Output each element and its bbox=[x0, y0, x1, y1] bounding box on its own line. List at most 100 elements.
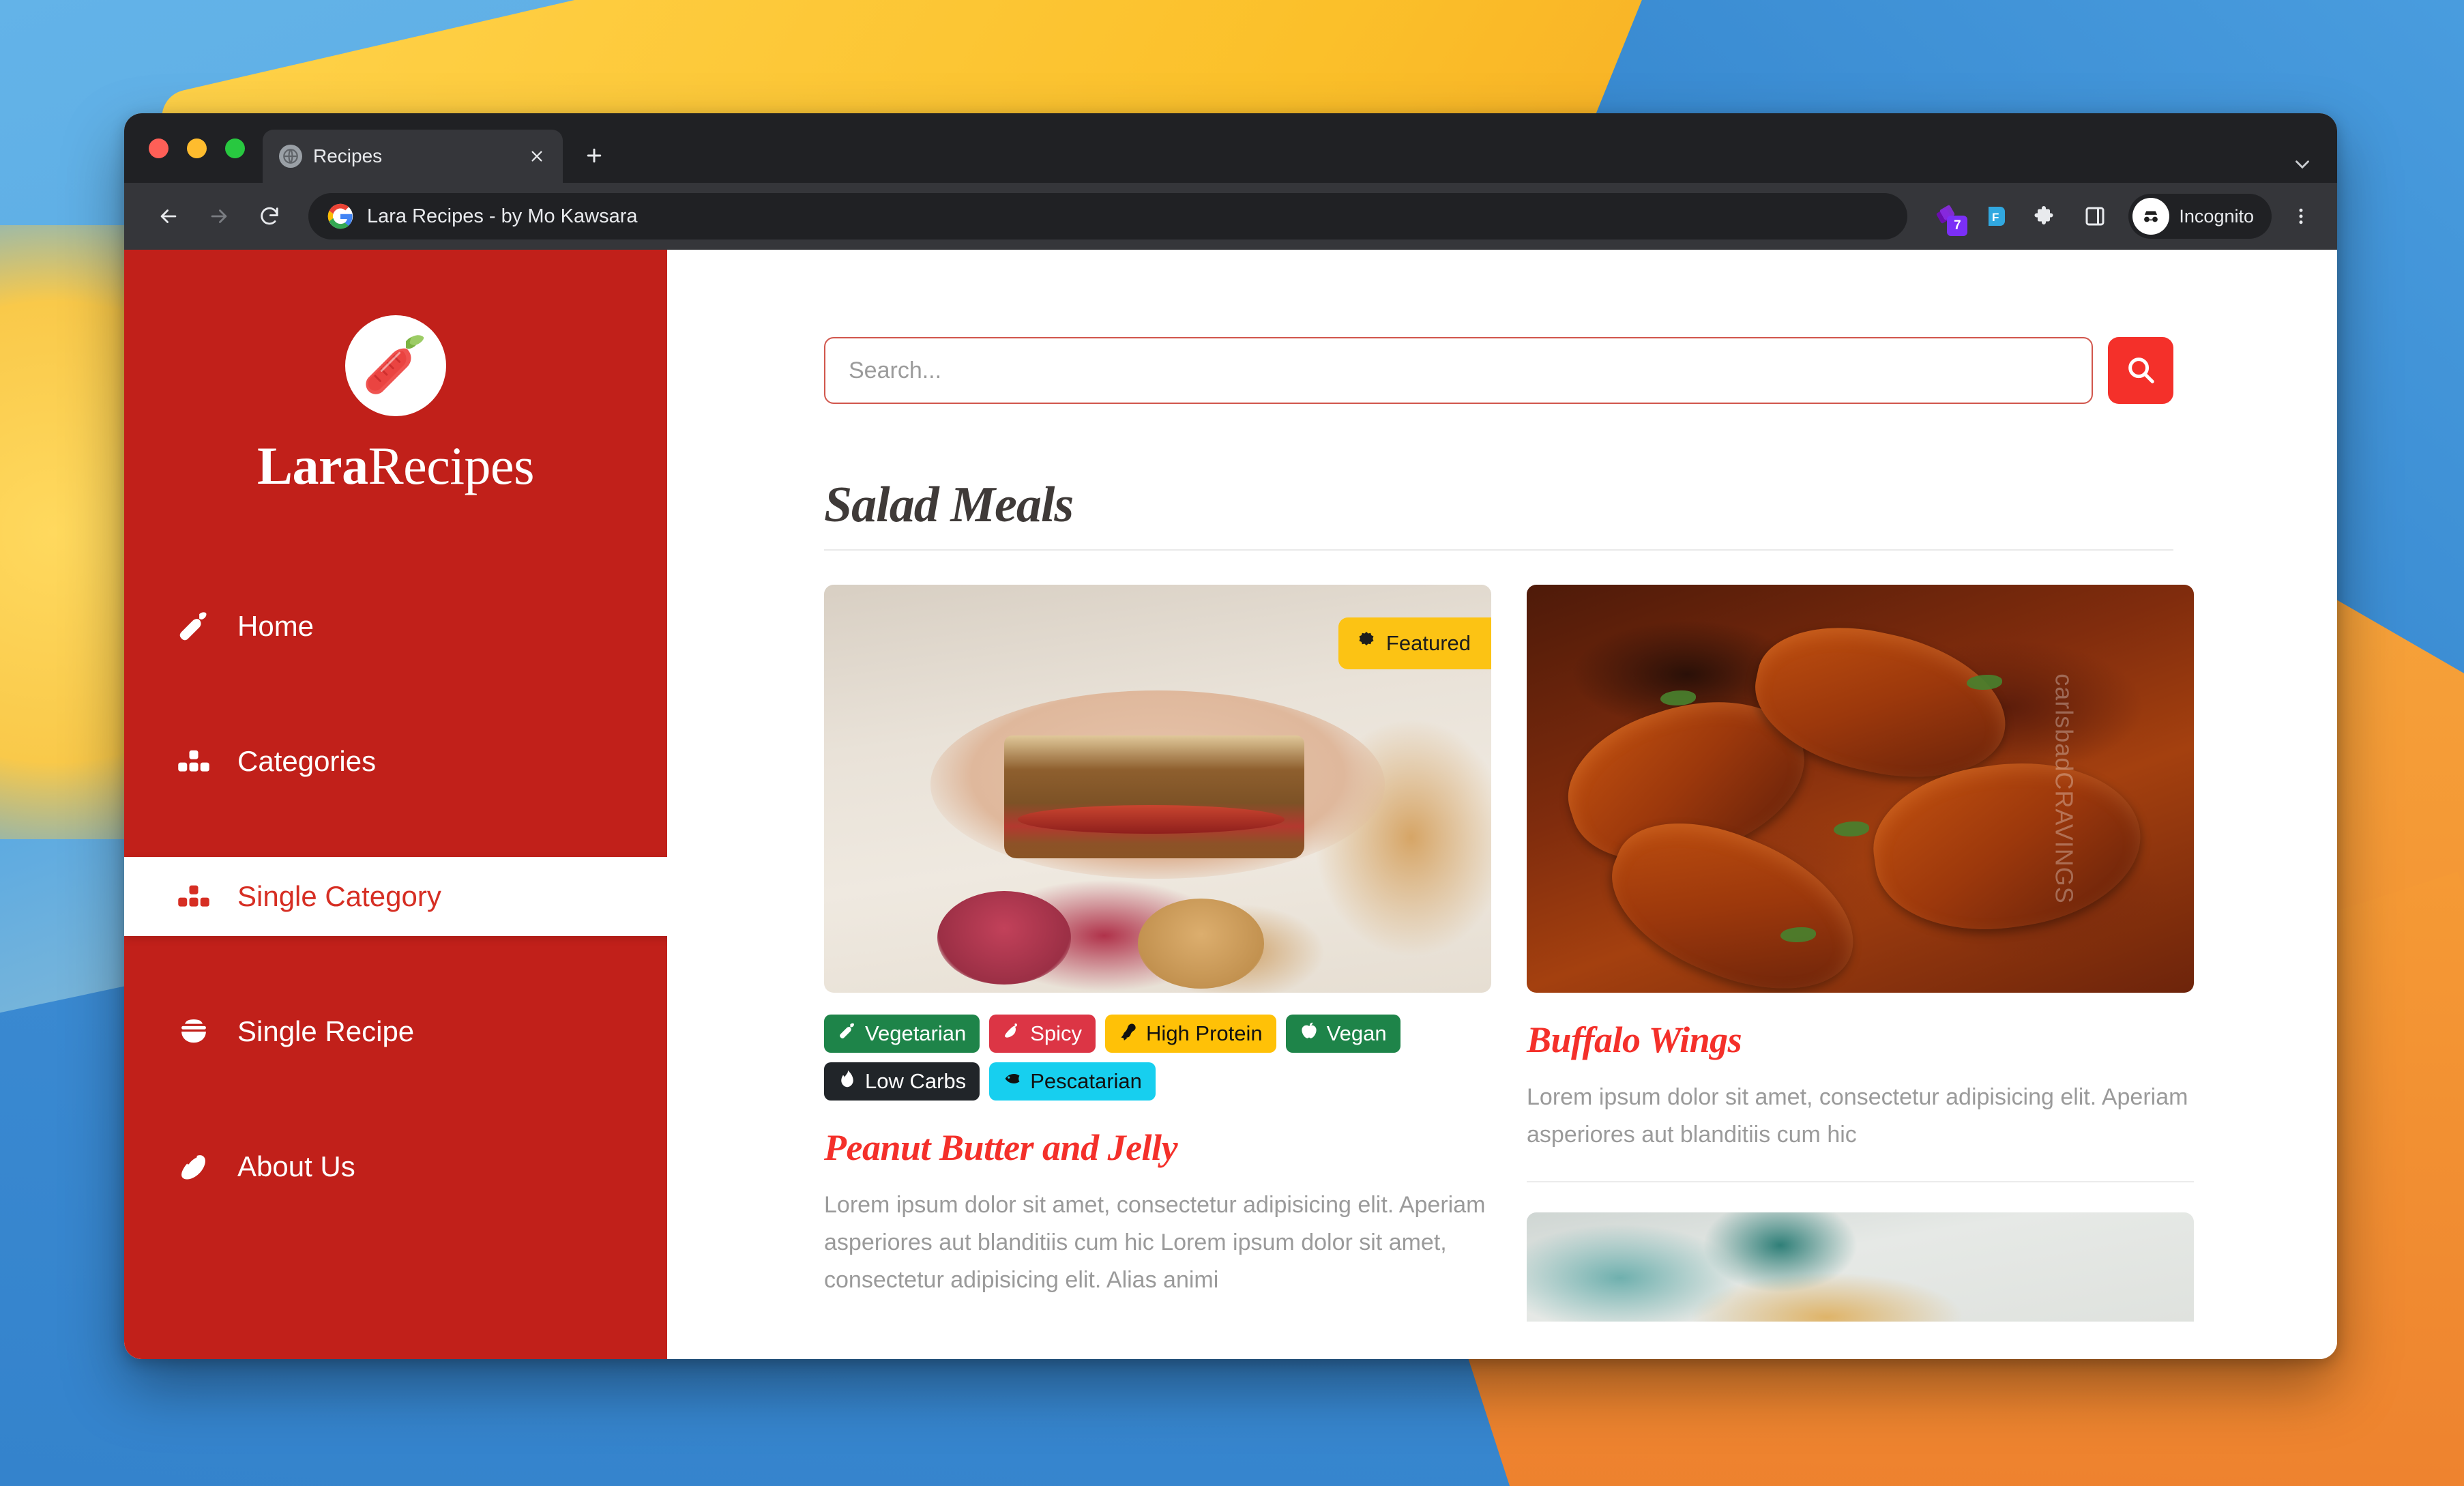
svg-text:F: F bbox=[1992, 211, 1999, 224]
recipe-title[interactable]: Buffalo Wings bbox=[1527, 1019, 2194, 1061]
card-divider bbox=[1527, 1181, 2194, 1183]
photo-detail-herb bbox=[1660, 690, 1696, 706]
sidebar: LaraRecipes Home Categories Single Categ… bbox=[124, 250, 667, 1359]
main-content: Search... Salad Meals Featured Vegetaria… bbox=[667, 250, 2337, 1359]
photo-watermark: carlsbadCRAVINGS bbox=[2050, 673, 2079, 904]
tag-label: Vegan bbox=[1326, 1021, 1387, 1045]
tab-title: Recipes bbox=[313, 145, 383, 166]
sidebar-item-label: Categories bbox=[237, 745, 377, 777]
tag-vegan[interactable]: Vegan bbox=[1285, 1015, 1400, 1053]
extension-diamond-icon[interactable]: 7 bbox=[1926, 195, 1969, 237]
rice-bowl-icon bbox=[175, 1012, 213, 1051]
search-icon bbox=[2125, 354, 2156, 388]
browser-window: Recipes Lara Recipes - by Mo Kawsara 7 F… bbox=[124, 113, 2337, 1359]
photo-backdrop bbox=[1527, 1212, 2194, 1322]
traffic-lights bbox=[124, 113, 263, 183]
recipe-description: Lorem ipsum dolor sit amet, consectetur … bbox=[1527, 1084, 2188, 1148]
blocks-icon bbox=[175, 877, 213, 916]
tab-list-menu-button[interactable] bbox=[2291, 153, 2337, 183]
brand[interactable]: LaraRecipes bbox=[124, 250, 667, 493]
certificate-icon bbox=[1356, 630, 1377, 656]
drumstick-icon bbox=[1119, 1021, 1138, 1046]
sidebar-nav: Home Categories Single Category Single R… bbox=[124, 587, 667, 1206]
carrot-icon bbox=[175, 607, 213, 645]
sidebar-item-label: About Us bbox=[237, 1150, 355, 1182]
puzzle-icon[interactable] bbox=[2025, 195, 2067, 237]
tag-label: Spicy bbox=[1030, 1021, 1083, 1045]
carrot-logo-icon bbox=[345, 315, 446, 416]
tag-list: Vegetarian Spicy High Protein Vegan Low … bbox=[824, 1015, 1491, 1101]
section-divider bbox=[824, 549, 2173, 551]
tab-strip: Recipes bbox=[124, 113, 2337, 183]
recipe-card[interactable]: Featured Vegetarian Spicy High Protein V… bbox=[824, 585, 1491, 1322]
brand-name-part1: Lara bbox=[256, 436, 368, 495]
reload-icon[interactable] bbox=[247, 194, 292, 239]
window-minimize-button[interactable] bbox=[187, 138, 207, 158]
sidebar-item-label: Single Category bbox=[237, 880, 441, 912]
search-button[interactable] bbox=[2108, 337, 2173, 404]
brand-name-part2: Recipes bbox=[368, 436, 535, 495]
browser-toolbar: Lara Recipes - by Mo Kawsara 7 F Incogni… bbox=[124, 183, 2337, 250]
sidebar-item-home[interactable]: Home bbox=[124, 587, 667, 666]
sidebar-item-single-recipe[interactable]: Single Recipe bbox=[124, 992, 667, 1071]
globe-icon bbox=[279, 145, 302, 168]
close-icon[interactable] bbox=[523, 143, 551, 170]
tag-label: Vegetarian bbox=[865, 1021, 967, 1045]
tag-low-carbs[interactable]: Low Carbs bbox=[824, 1062, 980, 1101]
page-title: Salad Meals bbox=[824, 477, 1074, 533]
sidebar-item-label: Home bbox=[237, 610, 314, 642]
status-badge: Featured bbox=[1338, 617, 1491, 669]
tag-high-protein[interactable]: High Protein bbox=[1105, 1015, 1276, 1053]
arrow-right-icon[interactable] bbox=[196, 194, 241, 239]
recipe-description: Lorem ipsum dolor sit amet, consectetur … bbox=[824, 1192, 1486, 1294]
blocks-icon bbox=[175, 742, 213, 781]
page-viewport: LaraRecipes Home Categories Single Categ… bbox=[124, 250, 2337, 1359]
tag-pescatarian[interactable]: Pescatarian bbox=[989, 1062, 1156, 1101]
sidebar-item-about-us[interactable]: About Us bbox=[124, 1127, 667, 1206]
profile-incognito-button[interactable]: Incognito bbox=[2128, 194, 2272, 239]
incognito-icon bbox=[2132, 198, 2170, 235]
lemon-icon bbox=[175, 1148, 213, 1186]
peanut-butter-jelly-photo[interactable]: Featured bbox=[824, 585, 1491, 993]
sidebar-item-label: Single Recipe bbox=[237, 1015, 415, 1047]
sidebar-item-single-category[interactable]: Single Category bbox=[124, 857, 667, 950]
address-bar-text: Lara Recipes - by Mo Kawsara bbox=[367, 205, 638, 227]
recipe-grid: Featured Vegetarian Spicy High Protein V… bbox=[824, 585, 2194, 1322]
photo-detail-herb bbox=[1967, 674, 2003, 690]
photo-detail-bread bbox=[1004, 735, 1305, 858]
buffalo-wings-photo[interactable]: carlsbadCRAVINGS bbox=[1527, 585, 2194, 993]
window-close-button[interactable] bbox=[149, 138, 168, 158]
tag-label: Pescatarian bbox=[1030, 1069, 1142, 1093]
search-placeholder: Search... bbox=[849, 357, 942, 383]
google-g-icon bbox=[327, 203, 353, 229]
tag-vegetarian[interactable]: Vegetarian bbox=[824, 1015, 980, 1053]
status-badge-label: Featured bbox=[1385, 631, 1471, 655]
brand-name: LaraRecipes bbox=[124, 439, 667, 493]
search-input[interactable]: Search... bbox=[824, 337, 2093, 404]
photo-backdrop bbox=[1527, 585, 2194, 993]
extension-badge-count: 7 bbox=[1947, 216, 1968, 236]
photo-detail-jam bbox=[1017, 804, 1285, 834]
photo-detail-herb bbox=[1833, 821, 1869, 836]
pastry-plate-photo[interactable] bbox=[1527, 1212, 2194, 1322]
side-panel-icon[interactable] bbox=[2074, 195, 2116, 237]
apple-icon bbox=[1300, 1021, 1319, 1046]
profile-label: Incognito bbox=[2179, 205, 2254, 227]
fish-icon bbox=[1003, 1069, 1022, 1094]
recipe-title[interactable]: Peanut Butter and Jelly bbox=[824, 1126, 1491, 1169]
kebab-menu-icon[interactable] bbox=[2283, 195, 2319, 237]
chili-pepper-icon bbox=[1003, 1021, 1022, 1046]
search-row: Search... bbox=[824, 337, 2173, 404]
arrow-left-icon[interactable] bbox=[146, 194, 191, 239]
recipe-card[interactable]: carlsbadCRAVINGS Buffalo Wings Lorem ips… bbox=[1527, 585, 2194, 1322]
extension-figma-icon[interactable]: F bbox=[1976, 195, 2018, 237]
sidebar-item-categories[interactable]: Categories bbox=[124, 722, 667, 801]
photo-detail-peanut-butter bbox=[1137, 899, 1265, 989]
window-maximize-button[interactable] bbox=[225, 138, 245, 158]
tag-spicy[interactable]: Spicy bbox=[989, 1015, 1096, 1053]
new-tab-button[interactable] bbox=[572, 134, 616, 177]
address-bar[interactable]: Lara Recipes - by Mo Kawsara bbox=[308, 193, 1908, 239]
photo-detail-berries bbox=[937, 890, 1071, 985]
browser-tab[interactable]: Recipes bbox=[263, 130, 563, 183]
tag-label: High Protein bbox=[1146, 1021, 1263, 1045]
